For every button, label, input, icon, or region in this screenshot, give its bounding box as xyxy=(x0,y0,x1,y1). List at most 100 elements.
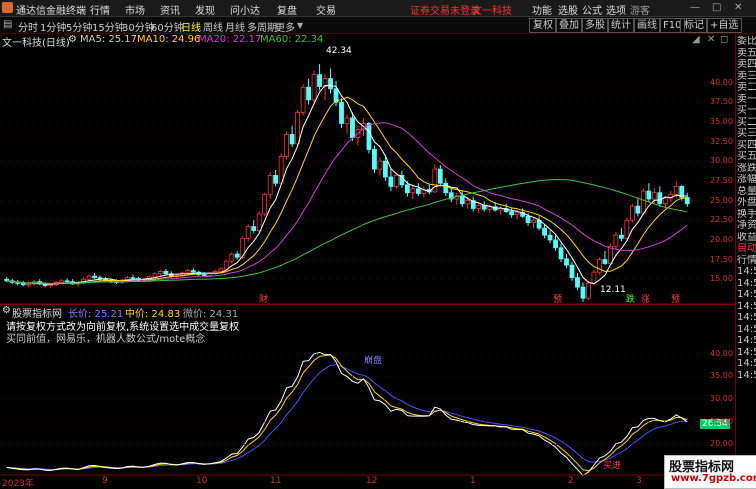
side-panel-item[interactable]: 14:50 xyxy=(737,266,756,277)
period-monthly[interactable]: 月线 xyxy=(225,19,245,34)
candle-body xyxy=(640,190,646,214)
candle-body xyxy=(531,219,536,224)
menu-item-news[interactable]: 资讯 xyxy=(160,2,180,17)
side-panel-item[interactable]: 买二 xyxy=(737,117,756,128)
side-panel-item[interactable]: 涨幅 xyxy=(737,174,756,185)
candle-body xyxy=(311,74,317,101)
indicator-gear-icon[interactable]: ⚙ xyxy=(2,305,11,316)
menu-item-function[interactable]: 功能 xyxy=(532,2,552,17)
period-more[interactable]: 更多 xyxy=(275,19,295,34)
indicator-peak-label: 崩盘 xyxy=(364,356,383,366)
side-panel-item[interactable]: 卖三 xyxy=(737,71,756,82)
close-icon[interactable]: ✕ xyxy=(734,2,742,13)
minimize-icon[interactable]: — xyxy=(690,2,700,13)
period-60min[interactable]: 60分钟 xyxy=(151,19,184,34)
add-watchlist-button[interactable]: +自选 xyxy=(706,18,743,33)
side-panel-item[interactable]: 14:50 xyxy=(737,301,756,312)
side-panel-item[interactable]: 14:50 xyxy=(737,335,756,346)
restore-rights-button[interactable]: 复权 xyxy=(529,18,557,33)
side-panel-item[interactable]: 卖五 xyxy=(737,48,756,59)
candle-body xyxy=(580,286,586,299)
candle-body xyxy=(130,277,136,280)
side-panel-item[interactable]: 14:50 xyxy=(737,312,756,323)
ma5-label: MA5: 25.17 xyxy=(80,34,138,45)
period-intraday[interactable]: 分时 xyxy=(18,19,38,34)
candle-body xyxy=(509,211,515,216)
side-panel-item[interactable]: 14:50 xyxy=(737,370,756,381)
side-panel-item[interactable]: 换手 xyxy=(737,209,756,220)
draw-line-button[interactable]: 画线 xyxy=(633,18,661,33)
candle-body xyxy=(20,282,26,286)
candle-body xyxy=(597,259,602,273)
period-multi[interactable]: 多周期 xyxy=(247,19,277,34)
side-panel-item[interactable]: 卖四 xyxy=(737,59,756,70)
expand-icon[interactable]: ◢ xyxy=(692,34,700,45)
side-panel-item[interactable]: 买一 xyxy=(737,105,756,116)
maximize-icon[interactable]: □ xyxy=(712,2,721,13)
indicator-bottom-label: 买进 xyxy=(603,461,622,471)
menu-item-stock-picker[interactable]: 选股 xyxy=(558,2,578,17)
side-panel-item[interactable]: 14:50 xyxy=(737,278,756,289)
side-panel-item[interactable]: 涨跌 xyxy=(737,163,756,174)
login-notice[interactable]: 证券交易未登录 xyxy=(410,2,480,17)
side-panel-item[interactable]: 14:50 xyxy=(737,324,756,335)
side-panel-item[interactable]: 14:50 xyxy=(737,358,756,369)
side-panel-item[interactable]: 14:50 xyxy=(737,347,756,358)
price-axis-label: 37.50 xyxy=(710,97,733,107)
side-panel-item[interactable]: 买三 xyxy=(737,128,756,139)
menu-item-discover[interactable]: 发现 xyxy=(195,2,215,17)
menu-item-guest[interactable]: 游客 xyxy=(630,2,650,17)
side-panel-item[interactable]: 买四 xyxy=(737,140,756,151)
statistics-button[interactable]: 统计 xyxy=(607,18,635,33)
candle-body xyxy=(443,182,449,194)
x-label-dec: 12 xyxy=(366,476,378,486)
menu-item-assistant[interactable]: 问小达 xyxy=(230,2,260,17)
side-panel-item[interactable]: 卖二 xyxy=(737,82,756,93)
side-panel-item[interactable]: 委比 xyxy=(737,36,756,47)
multi-stock-button[interactable]: 多股 xyxy=(581,18,609,33)
price-axis-label: 25.00 xyxy=(710,195,733,205)
settings-gear-icon[interactable]: ⚙ xyxy=(68,34,77,45)
side-panel-item[interactable]: 自动 xyxy=(737,243,756,254)
period-weekly[interactable]: 周线 xyxy=(203,19,223,34)
menu-item-review[interactable]: 复盘 xyxy=(277,2,297,17)
mark-button[interactable]: 标记 xyxy=(680,18,708,33)
candle-body xyxy=(525,215,531,224)
candle-body xyxy=(350,117,355,139)
candle-body xyxy=(158,270,163,275)
menu-item-formula[interactable]: 公式 xyxy=(582,2,602,17)
chevron-down-icon[interactable]: ▼ xyxy=(297,21,303,30)
period-daily[interactable]: 日线 xyxy=(181,19,201,34)
side-panel-item[interactable]: 总量 xyxy=(737,186,756,197)
candle-body xyxy=(223,260,229,270)
overlay-button[interactable]: 叠加 xyxy=(555,18,583,33)
price-axis-label: 30.00 xyxy=(710,156,733,166)
kline-chart[interactable] xyxy=(0,47,735,487)
side-panel-item[interactable]: 行情 xyxy=(737,255,756,266)
candle-body xyxy=(459,195,465,205)
side-panel-item[interactable]: 外盘 xyxy=(737,197,756,208)
candle-body xyxy=(229,253,235,262)
candle-body xyxy=(64,280,70,283)
menu-item-trade[interactable]: 交易 xyxy=(316,2,336,17)
collapse-icon[interactable]: ✕ xyxy=(707,34,715,45)
chart-close-icon[interactable]: ◻ xyxy=(720,34,728,45)
indicator-title-bar: ⚙ 股票指标网 长价: 25.21 中价: 24.83 微价: 24.31 xyxy=(0,304,735,320)
side-panel-item[interactable]: 收益 xyxy=(737,232,756,243)
candle-body xyxy=(86,275,92,280)
side-panel-item[interactable]: 买五 xyxy=(737,151,756,162)
side-panel-item[interactable]: 14:50 xyxy=(737,289,756,300)
side-panel-item[interactable]: 净资 xyxy=(737,220,756,231)
candle-body xyxy=(344,117,350,124)
menu-item-quotes[interactable]: 行情 xyxy=(90,2,110,17)
menu-item-options[interactable]: 选项 xyxy=(606,2,626,17)
candle-body xyxy=(553,239,558,249)
candle-body xyxy=(662,197,668,205)
side-panel-item[interactable]: 卖一 xyxy=(737,94,756,105)
period-menu-icon[interactable]: ▤ xyxy=(3,19,12,30)
period-1min[interactable]: 1分钟 xyxy=(40,19,66,34)
period-15min[interactable]: 15分钟 xyxy=(92,19,125,34)
menu-item-market[interactable]: 市场 xyxy=(125,2,145,17)
period-30min[interactable]: 30分钟 xyxy=(122,19,155,34)
period-5min[interactable]: 5分钟 xyxy=(66,19,92,34)
